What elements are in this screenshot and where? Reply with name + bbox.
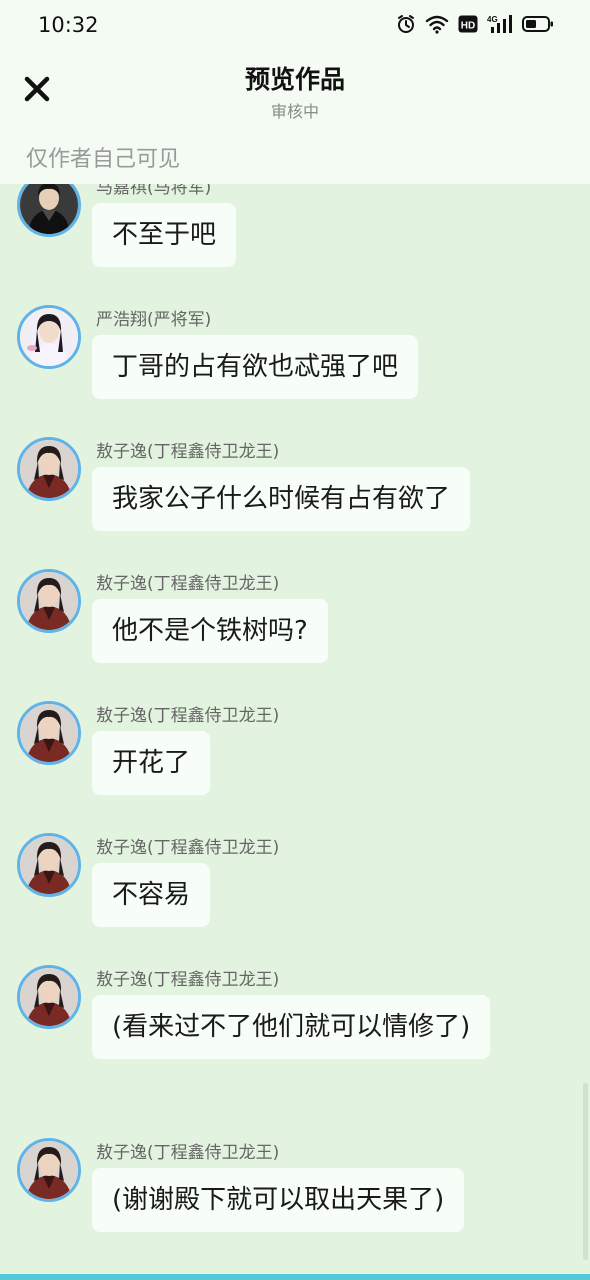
sender-name: 敖子逸(丁程鑫侍卫龙王) — [96, 706, 280, 726]
message-bubble[interactable]: 我家公子什么时候有占有欲了 — [92, 467, 471, 531]
scrollbar[interactable] — [583, 1083, 588, 1260]
avatar[interactable] — [17, 833, 81, 897]
avatar[interactable] — [17, 305, 81, 369]
top-bar: 10:32 HD 4G 预览作品 审核中 仅作者自己可见 — [0, 0, 590, 184]
avatar[interactable] — [17, 965, 81, 1029]
message-bubble[interactable]: 开花了 — [92, 731, 211, 795]
status-bar: 10:32 HD 4G — [0, 0, 590, 52]
alarm-icon — [396, 14, 416, 34]
avatar[interactable] — [17, 569, 81, 633]
review-status: 审核中 — [270, 102, 319, 121]
status-time: 10:32 — [38, 13, 99, 37]
bottom-strip — [0, 1274, 590, 1280]
sender-name: 严浩翔(严将军) — [96, 310, 212, 330]
avatar[interactable] — [17, 184, 81, 237]
avatar[interactable] — [17, 437, 81, 501]
signal-4g-icon: 4G — [487, 14, 513, 34]
chat-list[interactable]: 马嘉祺(马将军) 不至于吧 严浩翔(严将军) 丁哥的占有欲也忒强了吧 敖子逸(丁… — [0, 184, 590, 1280]
sender-name: 马嘉祺(马将军) — [96, 184, 212, 198]
sender-name: 敖子逸(丁程鑫侍卫龙王) — [96, 970, 280, 990]
message-bubble[interactable]: (看来过不了他们就可以情修了) — [92, 995, 491, 1059]
avatar[interactable] — [17, 1138, 81, 1202]
wifi-icon — [425, 14, 449, 34]
svg-text:4G: 4G — [487, 15, 498, 24]
message-bubble[interactable]: 不至于吧 — [92, 203, 237, 267]
sender-name: 敖子逸(丁程鑫侍卫龙王) — [96, 574, 280, 594]
hd-icon: HD — [458, 14, 478, 34]
status-icons: HD 4G — [396, 14, 554, 34]
sender-name: 敖子逸(丁程鑫侍卫龙王) — [96, 442, 280, 462]
sender-name: 敖子逸(丁程鑫侍卫龙王) — [96, 838, 280, 858]
visibility-note: 仅作者自己可见 — [26, 147, 181, 172]
avatar[interactable] — [17, 701, 81, 765]
sender-name: 敖子逸(丁程鑫侍卫龙王) — [96, 1143, 280, 1163]
battery-icon — [522, 14, 554, 34]
message-bubble[interactable]: 不容易 — [92, 863, 211, 927]
svg-text:HD: HD — [461, 21, 475, 32]
message-bubble[interactable]: 丁哥的占有欲也忒强了吧 — [92, 335, 419, 399]
message-bubble[interactable]: 他不是个铁树吗? — [92, 599, 328, 663]
message-bubble[interactable]: (谢谢殿下就可以取出天果了) — [92, 1168, 465, 1232]
page-title: 预览作品 — [244, 65, 345, 94]
